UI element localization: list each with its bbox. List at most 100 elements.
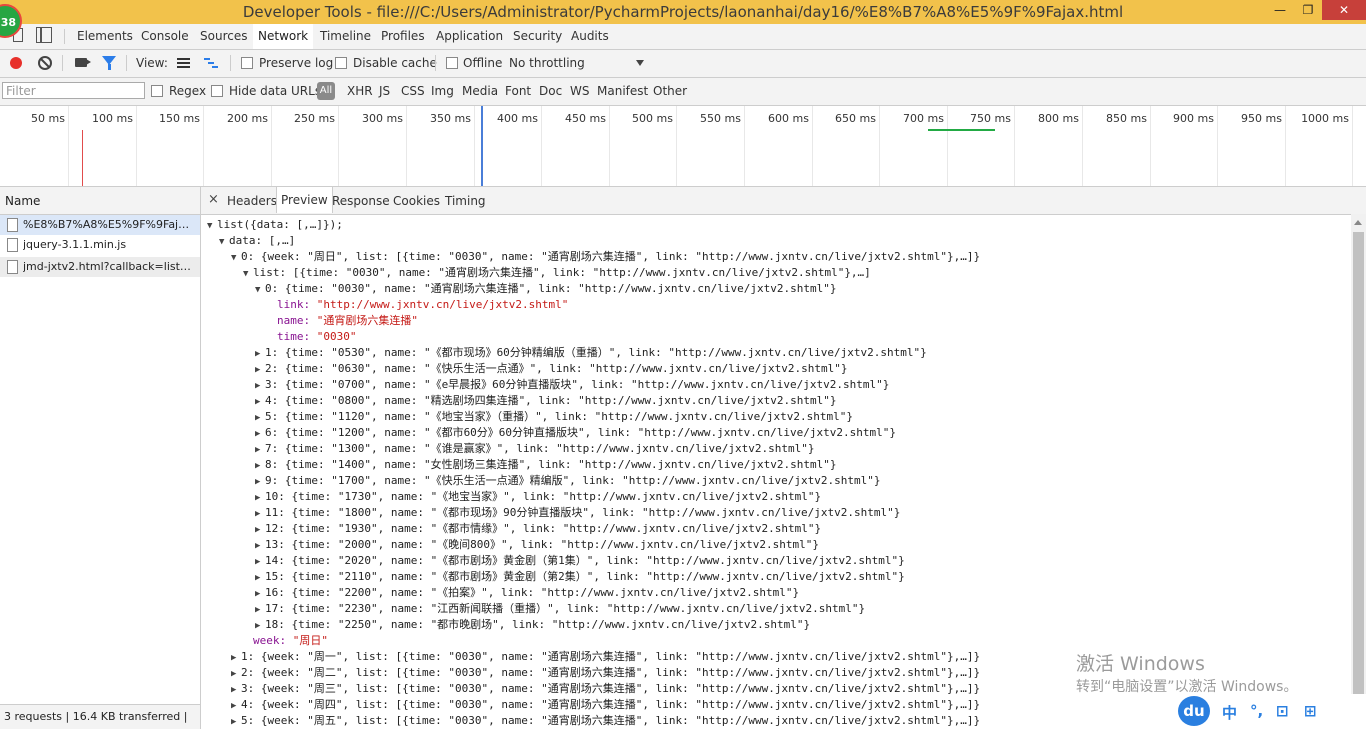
tree-node-item[interactable]: ▶ 2: {time: "0630", name: "《快乐生活一点通》", li…	[255, 361, 847, 377]
tree-node-item[interactable]: ▶ 15: {time: "2110", name: "《都市剧场》黄金剧（第2集…	[255, 569, 905, 585]
expand-right-icon[interactable]: ▶	[255, 602, 265, 618]
expand-right-icon[interactable]: ▶	[255, 490, 265, 506]
expand-right-icon[interactable]: ▶	[255, 410, 265, 426]
tree-root[interactable]: ▼ list({data: [,…]});	[207, 217, 343, 233]
chevron-down-icon[interactable]	[636, 60, 644, 66]
tree-node-week[interactable]: ▶ 3: {week: "周三", list: [{time: "0030", n…	[231, 681, 980, 697]
expand-right-icon[interactable]: ▶	[255, 506, 265, 522]
name-column-header[interactable]: Name	[0, 187, 200, 215]
close-button[interactable]: ✕	[1322, 0, 1366, 20]
preserve-log-checkbox[interactable]	[241, 57, 253, 69]
ime-toolbox-icon[interactable]: ⊞	[1304, 702, 1317, 720]
request-row[interactable]: jmd-jxtv2.html?callback=list&_=1...	[0, 257, 200, 277]
tab-console[interactable]: Console	[141, 29, 189, 43]
expand-right-icon[interactable]: ▶	[255, 586, 265, 602]
expand-right-icon[interactable]: ▶	[231, 714, 241, 728]
tree-node-item[interactable]: ▶ 5: {time: "1120", name: "《地宝当家》（重播）", l…	[255, 409, 853, 425]
expand-right-icon[interactable]: ▶	[231, 682, 241, 698]
request-row[interactable]: jquery-3.1.1.min.js	[0, 235, 200, 255]
tab-cookies[interactable]: Cookies	[393, 194, 440, 208]
disable-cache-checkbox[interactable]	[335, 57, 347, 69]
ime-keyboard-icon[interactable]: ⊡	[1276, 702, 1289, 720]
tree-node-week[interactable]: ▶ 1: {week: "周一", list: [{time: "0030", n…	[231, 649, 980, 665]
ime-language-toggle[interactable]: 中	[1222, 702, 1237, 723]
clear-icon[interactable]	[38, 56, 52, 70]
filter-other[interactable]: Other	[653, 84, 687, 98]
minimize-button[interactable]: —	[1266, 0, 1294, 20]
capture-screenshots-icon[interactable]	[75, 58, 91, 67]
filter-doc[interactable]: Doc	[539, 84, 562, 98]
expand-down-icon[interactable]: ▼	[255, 282, 265, 298]
tab-audits[interactable]: Audits	[571, 29, 609, 43]
filter-xhr[interactable]: XHR	[347, 84, 373, 98]
filter-img[interactable]: Img	[431, 84, 454, 98]
filter-all-button[interactable]: All	[317, 82, 335, 100]
tab-timeline[interactable]: Timeline	[320, 29, 371, 43]
expand-right-icon[interactable]: ▶	[255, 442, 265, 458]
expand-right-icon[interactable]: ▶	[255, 538, 265, 554]
expand-right-icon[interactable]: ▶	[255, 458, 265, 474]
record-icon[interactable]	[10, 57, 22, 69]
expand-down-icon[interactable]: ▼	[243, 266, 253, 282]
tree-node-item[interactable]: ▶ 14: {time: "2020", name: "《都市剧场》黄金剧（第1集…	[255, 553, 905, 569]
tree-node-item[interactable]: ▶ 7: {time: "1300", name: "《谁是赢家》", link:…	[255, 441, 814, 457]
tab-security[interactable]: Security	[513, 29, 562, 43]
tab-profiles[interactable]: Profiles	[381, 29, 425, 43]
expand-right-icon[interactable]: ▶	[255, 522, 265, 538]
expand-right-icon[interactable]: ▶	[255, 570, 265, 586]
tab-network[interactable]: Network	[253, 24, 314, 49]
timeline-overview[interactable]: 50 ms 100 ms 150 ms 200 ms 250 ms 300 ms 350 m…	[0, 106, 1366, 187]
preview-scrollbar[interactable]	[1351, 214, 1366, 728]
tree-node-item[interactable]: ▶ 10: {time: "1730", name: "《地宝当家》", link…	[255, 489, 821, 505]
filter-icon[interactable]	[102, 56, 116, 70]
tab-application[interactable]: Application	[436, 29, 503, 43]
tree-node-item[interactable]: ▶ 16: {time: "2200", name: "《拍案》", link: …	[255, 585, 799, 601]
close-detail-icon[interactable]: ×	[208, 192, 219, 207]
tree-node-item[interactable]: ▶ 11: {time: "1800", name: "《都市现场》90分钟直播版…	[255, 505, 900, 521]
expand-right-icon[interactable]: ▶	[231, 666, 241, 682]
expand-right-icon[interactable]: ▶	[255, 346, 265, 362]
tree-node-item[interactable]: ▶ 12: {time: "1930", name: "《都市情缘》", link…	[255, 521, 821, 537]
tab-response[interactable]: Response	[332, 194, 390, 208]
regex-checkbox[interactable]	[151, 85, 163, 97]
expand-right-icon[interactable]: ▶	[255, 474, 265, 490]
expand-right-icon[interactable]: ▶	[255, 394, 265, 410]
tree-node-item[interactable]: ▶ 8: {time: "1400", name: "女性剧场三集连播", lin…	[255, 457, 836, 473]
scrollbar-thumb[interactable]	[1353, 232, 1364, 702]
tree-node-week[interactable]: ▼ 0: {week: "周日", list: [{time: "0030", n…	[231, 249, 980, 265]
tab-headers[interactable]: Headers	[227, 194, 277, 208]
baidu-ime-icon[interactable]: du	[1178, 696, 1210, 726]
expand-down-icon[interactable]: ▼	[219, 234, 229, 250]
tab-sources[interactable]: Sources	[200, 29, 247, 43]
expand-down-icon[interactable]: ▼	[207, 218, 217, 234]
request-row[interactable]: %E8%B7%A8%E5%9F%9Fajax.html	[0, 215, 200, 235]
tree-node-data[interactable]: ▼ data: [,…]	[219, 233, 295, 249]
expand-right-icon[interactable]: ▶	[255, 554, 265, 570]
tree-node-list[interactable]: ▼ list: [{time: "0030", name: "通宵剧场六集连播",…	[243, 265, 871, 281]
list-view-icon[interactable]	[177, 58, 190, 68]
expand-right-icon[interactable]: ▶	[255, 618, 265, 634]
expand-down-icon[interactable]: ▼	[231, 250, 241, 266]
tree-node-item[interactable]: ▶ 6: {time: "1200", name: "《都市60分》60分钟直播版…	[255, 425, 896, 441]
tab-preview[interactable]: Preview	[276, 187, 333, 213]
tree-node-item[interactable]: ▶ 17: {time: "2230", name: "江西新闻联播（重播）", …	[255, 601, 865, 617]
offline-checkbox[interactable]	[446, 57, 458, 69]
tree-node-item[interactable]: ▶ 1: {time: "0530", name: "《都市现场》60分钟精编版（…	[255, 345, 927, 361]
tree-node-item[interactable]: ▶ 9: {time: "1700", name: "《快乐生活一点通》精编版",…	[255, 473, 880, 489]
expand-right-icon[interactable]: ▶	[255, 426, 265, 442]
tree-node-item[interactable]: ▶ 3: {time: "0700", name: "《e早晨报》60分钟直播版块…	[255, 377, 889, 393]
expand-right-icon[interactable]: ▶	[255, 378, 265, 394]
restore-button[interactable]: ❐	[1294, 0, 1322, 20]
tree-node-week[interactable]: ▶ 4: {week: "周四", list: [{time: "0030", n…	[231, 697, 980, 713]
tree-node-week[interactable]: ▶ 2: {week: "周二", list: [{time: "0030", n…	[231, 665, 980, 681]
dock-side-icon[interactable]	[36, 27, 52, 43]
throttling-select[interactable]: No throttling	[509, 56, 585, 70]
scroll-up-icon[interactable]	[1354, 220, 1362, 225]
filter-input[interactable]	[2, 82, 145, 99]
tab-timing[interactable]: Timing	[445, 194, 486, 208]
filter-ws[interactable]: WS	[570, 84, 589, 98]
filter-css[interactable]: CSS	[401, 84, 425, 98]
tree-node-item[interactable]: ▶ 13: {time: "2000", name: "《晚间800》", lin…	[255, 537, 819, 553]
tree-node-item[interactable]: ▶ 18: {time: "2250", name: "都市晚剧场", link:…	[255, 617, 810, 633]
expand-right-icon[interactable]: ▶	[255, 362, 265, 378]
